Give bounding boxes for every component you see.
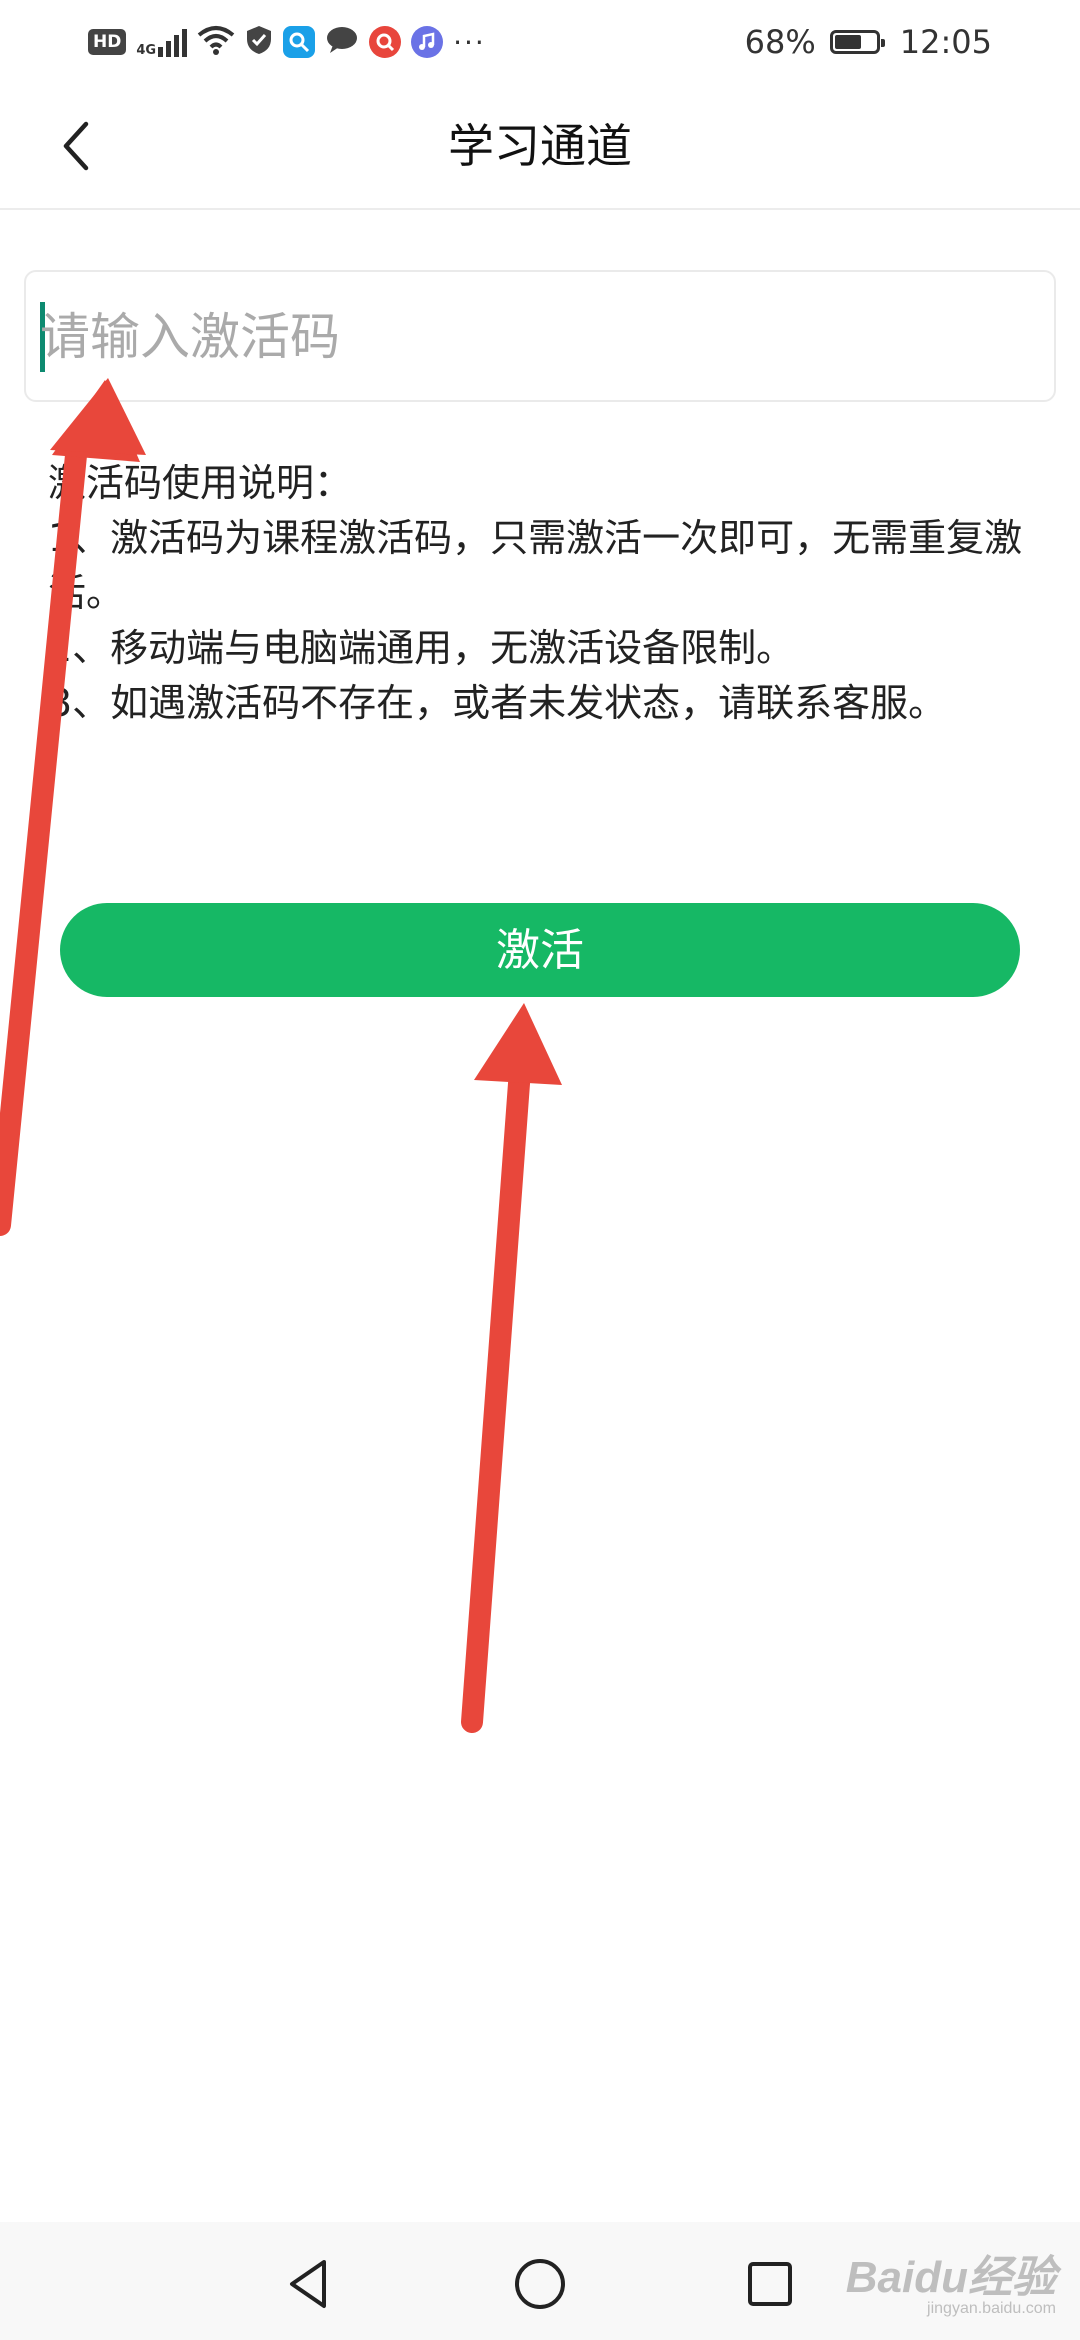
nav-back-button[interactable] [270, 2244, 350, 2324]
status-icons-right: 68% 12:05 [745, 20, 992, 64]
nav-recents-button[interactable] [730, 2244, 810, 2324]
arrow-to-button [461, 1003, 562, 1733]
instruction-item: 3、如遇激活码不存在，或者未发状态，请联系客服。 [48, 681, 947, 725]
music-app-icon [411, 26, 444, 58]
more-icon: ··· [453, 25, 486, 59]
home-circle-icon [515, 2259, 565, 2309]
signal-icon: 4G [136, 27, 188, 58]
wifi-icon [197, 25, 235, 59]
activate-button[interactable]: 激活 [60, 903, 1020, 997]
battery-percent: 68% [744, 23, 816, 61]
battery-icon [829, 30, 885, 54]
activation-code-field[interactable] [24, 270, 1056, 402]
hd-icon: HD [88, 29, 127, 55]
app-header: 学习通道 [0, 84, 1080, 210]
page-title: 学习通道 [448, 119, 632, 173]
network-type-label: 4G [136, 43, 157, 58]
chevron-left-icon [63, 121, 89, 171]
clock: 12:05 [899, 23, 992, 61]
instruction-item: 1、激活码为课程激活码，只需激活一次即可，无需重复激活。 [48, 516, 1023, 615]
instructions-heading: 激活码使用说明： [48, 461, 353, 505]
system-nav-bar: Baidu经验 jingyan.baidu.com [0, 2222, 1080, 2340]
status-bar: HD 4G ··· 68% 12:05 [0, 0, 1080, 84]
status-icons-left: HD 4G ··· [88, 20, 486, 64]
back-button[interactable] [36, 106, 116, 186]
back-triangle-icon [290, 2260, 326, 2308]
watermark-logo: Baidu经验 [845, 2253, 1056, 2302]
instructions-block: 激活码使用说明： 1、激活码为课程激活码，只需激活一次即可，无需重复激活。 2、… [48, 456, 1038, 731]
baidu-watermark: Baidu经验 jingyan.baidu.com [846, 2256, 1056, 2318]
search-app-icon [283, 26, 316, 58]
shield-icon [245, 24, 273, 60]
red-app-icon [369, 26, 402, 58]
nav-home-button[interactable] [500, 2244, 580, 2324]
watermark-url: jingyan.baidu.com [927, 2300, 1056, 2317]
recents-square-icon [748, 2262, 792, 2306]
chat-icon [325, 25, 359, 59]
activation-code-input[interactable] [40, 272, 1032, 402]
instruction-item: 2、移动端与电脑端通用，无激活设备限制。 [48, 626, 795, 670]
